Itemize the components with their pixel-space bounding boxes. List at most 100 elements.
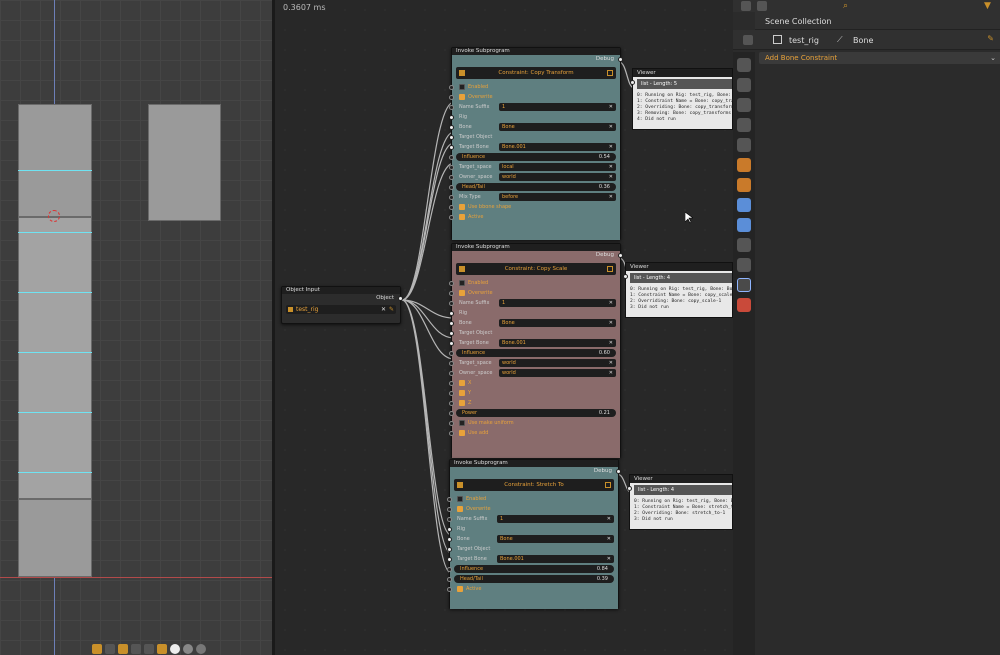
editor-type-icon[interactable]: [741, 1, 751, 11]
viewer-header[interactable]: Viewer: [626, 263, 732, 271]
field-row[interactable]: Target Bone Bone.001 ✕: [449, 338, 620, 348]
object-field[interactable]: test_rig ✕ ✎: [286, 305, 396, 314]
render-shading-icon[interactable]: [196, 644, 206, 654]
field-row[interactable]: Z: [449, 398, 620, 408]
display-mode-icon[interactable]: [757, 1, 767, 11]
object-tab-icon[interactable]: [737, 178, 751, 192]
texture-tab-icon[interactable]: [737, 298, 751, 312]
viewer-node[interactable]: Viewer list - Length: 4 0: Running on Ri…: [623, 262, 733, 318]
bone-name[interactable]: Bone: [853, 36, 873, 45]
field-row[interactable]: Influence 0.54: [449, 152, 620, 162]
context-editor-icon[interactable]: [743, 35, 753, 45]
input-socket[interactable]: [630, 80, 635, 85]
field-row[interactable]: Owner_space world ✕: [449, 368, 620, 378]
field-row[interactable]: Active: [449, 212, 620, 222]
transform-icon[interactable]: [105, 644, 115, 654]
field-row[interactable]: Enabled: [449, 278, 620, 288]
clear-icon[interactable]: ✕: [381, 305, 386, 314]
object-name[interactable]: test_rig: [789, 36, 819, 45]
field-row[interactable]: Bone Bone ✕: [449, 122, 620, 132]
tool-tab-icon[interactable]: [737, 58, 751, 72]
field-row[interactable]: Owner_space world ✕: [449, 172, 620, 182]
node-header[interactable]: Invoke Subprogram: [450, 460, 618, 467]
field-row[interactable]: Rig: [449, 308, 620, 318]
object-input-node[interactable]: Object Input Object test_rig ✕ ✎: [281, 286, 403, 324]
field-row[interactable]: Mix Type before ✕: [449, 192, 620, 202]
field-row[interactable]: Target Bone Bone.001 ✕: [449, 142, 620, 152]
field-row[interactable]: Overwrite: [449, 92, 620, 102]
field-row[interactable]: Target_space world ✕: [449, 358, 620, 368]
edit-icon[interactable]: [607, 266, 613, 272]
pin-icon[interactable]: ✎: [987, 34, 994, 43]
field-row[interactable]: Head/Tail 0.36: [449, 182, 620, 192]
viewer-node[interactable]: Viewer list - Length: 5 0: Running on Ri…: [630, 68, 733, 130]
field-row[interactable]: Overwrite: [449, 288, 620, 298]
output-socket[interactable]: [616, 469, 621, 474]
field-row[interactable]: Name Suffix 1 ✕: [447, 514, 618, 524]
edit-icon[interactable]: [607, 70, 613, 76]
solid-shading-icon[interactable]: [170, 644, 180, 654]
eyedropper-icon[interactable]: ✎: [389, 305, 394, 314]
subprogram-title[interactable]: Constraint: Copy Scale: [456, 263, 616, 275]
search-icon[interactable]: ⌕: [843, 1, 848, 11]
subprogram-title[interactable]: Constraint: Stretch To: [454, 479, 614, 491]
scene-tab-icon[interactable]: [737, 138, 751, 152]
overlay-icon[interactable]: [144, 644, 154, 654]
field-row[interactable]: Target Bone Bone.001 ✕: [447, 554, 618, 564]
field-row[interactable]: Influence 0.60: [449, 348, 620, 358]
subprogram-title[interactable]: Constraint: Copy Transform: [456, 67, 616, 79]
render-tab-icon[interactable]: [737, 78, 751, 92]
field-row[interactable]: Head/Tail 0.39: [447, 574, 618, 584]
view-layer-tab-icon[interactable]: [737, 118, 751, 132]
bone-middle[interactable]: [18, 217, 92, 499]
3d-viewport[interactable]: [0, 0, 272, 655]
material-shading-icon[interactable]: [183, 644, 193, 654]
viewer-header[interactable]: Viewer: [630, 475, 732, 483]
world-tab-icon[interactable]: [737, 158, 751, 172]
edit-icon[interactable]: [605, 482, 611, 488]
xray-icon[interactable]: [157, 644, 167, 654]
3d-cursor-icon[interactable]: [48, 210, 60, 222]
field-row[interactable]: Enabled: [449, 82, 620, 92]
output-tab-icon[interactable]: [737, 98, 751, 112]
field-row[interactable]: Target Object: [449, 328, 620, 338]
field-row[interactable]: Target Object: [447, 544, 618, 554]
field-row[interactable]: Name Suffix 1 ✕: [449, 102, 620, 112]
viewer-header[interactable]: Viewer: [633, 69, 732, 77]
field-row[interactable]: Active: [447, 584, 618, 594]
field-row[interactable]: Power 0.21: [449, 408, 620, 418]
node-header[interactable]: Invoke Subprogram: [452, 48, 620, 55]
field-row[interactable]: Target_space local ✕: [449, 162, 620, 172]
snap-icon[interactable]: [131, 644, 141, 654]
output-socket[interactable]: [398, 296, 403, 301]
add-bone-constraint-button[interactable]: Add Bone Constraint ⌄: [759, 52, 1000, 64]
field-row[interactable]: Rig: [447, 524, 618, 534]
field-row[interactable]: Use add: [449, 428, 620, 438]
field-row[interactable]: Influence 0.84: [447, 564, 618, 574]
physics-tab-icon[interactable]: [737, 218, 751, 232]
output-socket[interactable]: [618, 253, 623, 258]
outliner-row[interactable]: Scene Collection: [755, 12, 1000, 30]
field-row[interactable]: X: [449, 378, 620, 388]
output-socket[interactable]: [618, 57, 623, 62]
bone-tab-icon[interactable]: [737, 258, 751, 272]
invoke-subprogram-node[interactable]: Invoke Subprogram Debug Constraint: Stre…: [447, 459, 621, 609]
node-header[interactable]: Invoke Subprogram: [452, 244, 620, 251]
field-row[interactable]: Y: [449, 388, 620, 398]
modifier-tab-icon[interactable]: [737, 198, 751, 212]
field-row[interactable]: Bone Bone ✕: [449, 318, 620, 328]
filter-icon[interactable]: ▼: [984, 1, 991, 11]
input-socket[interactable]: [623, 274, 628, 279]
field-row[interactable]: Use bbone shape: [449, 202, 620, 212]
field-row[interactable]: Enabled: [447, 494, 618, 504]
field-row[interactable]: Bone Bone ✕: [447, 534, 618, 544]
field-row[interactable]: Overwrite: [447, 504, 618, 514]
bone-constraint-tab-icon[interactable]: [737, 278, 751, 292]
field-row[interactable]: Use make uniform: [449, 418, 620, 428]
input-socket[interactable]: [627, 486, 632, 491]
field-row[interactable]: Target Object: [449, 132, 620, 142]
field-row[interactable]: Rig: [449, 112, 620, 122]
viewer-node[interactable]: Viewer list - Length: 4 0: Running on Ri…: [627, 474, 733, 530]
mode-icon[interactable]: [92, 644, 102, 654]
invoke-subprogram-node[interactable]: Invoke Subprogram Debug Constraint: Copy…: [449, 47, 623, 240]
